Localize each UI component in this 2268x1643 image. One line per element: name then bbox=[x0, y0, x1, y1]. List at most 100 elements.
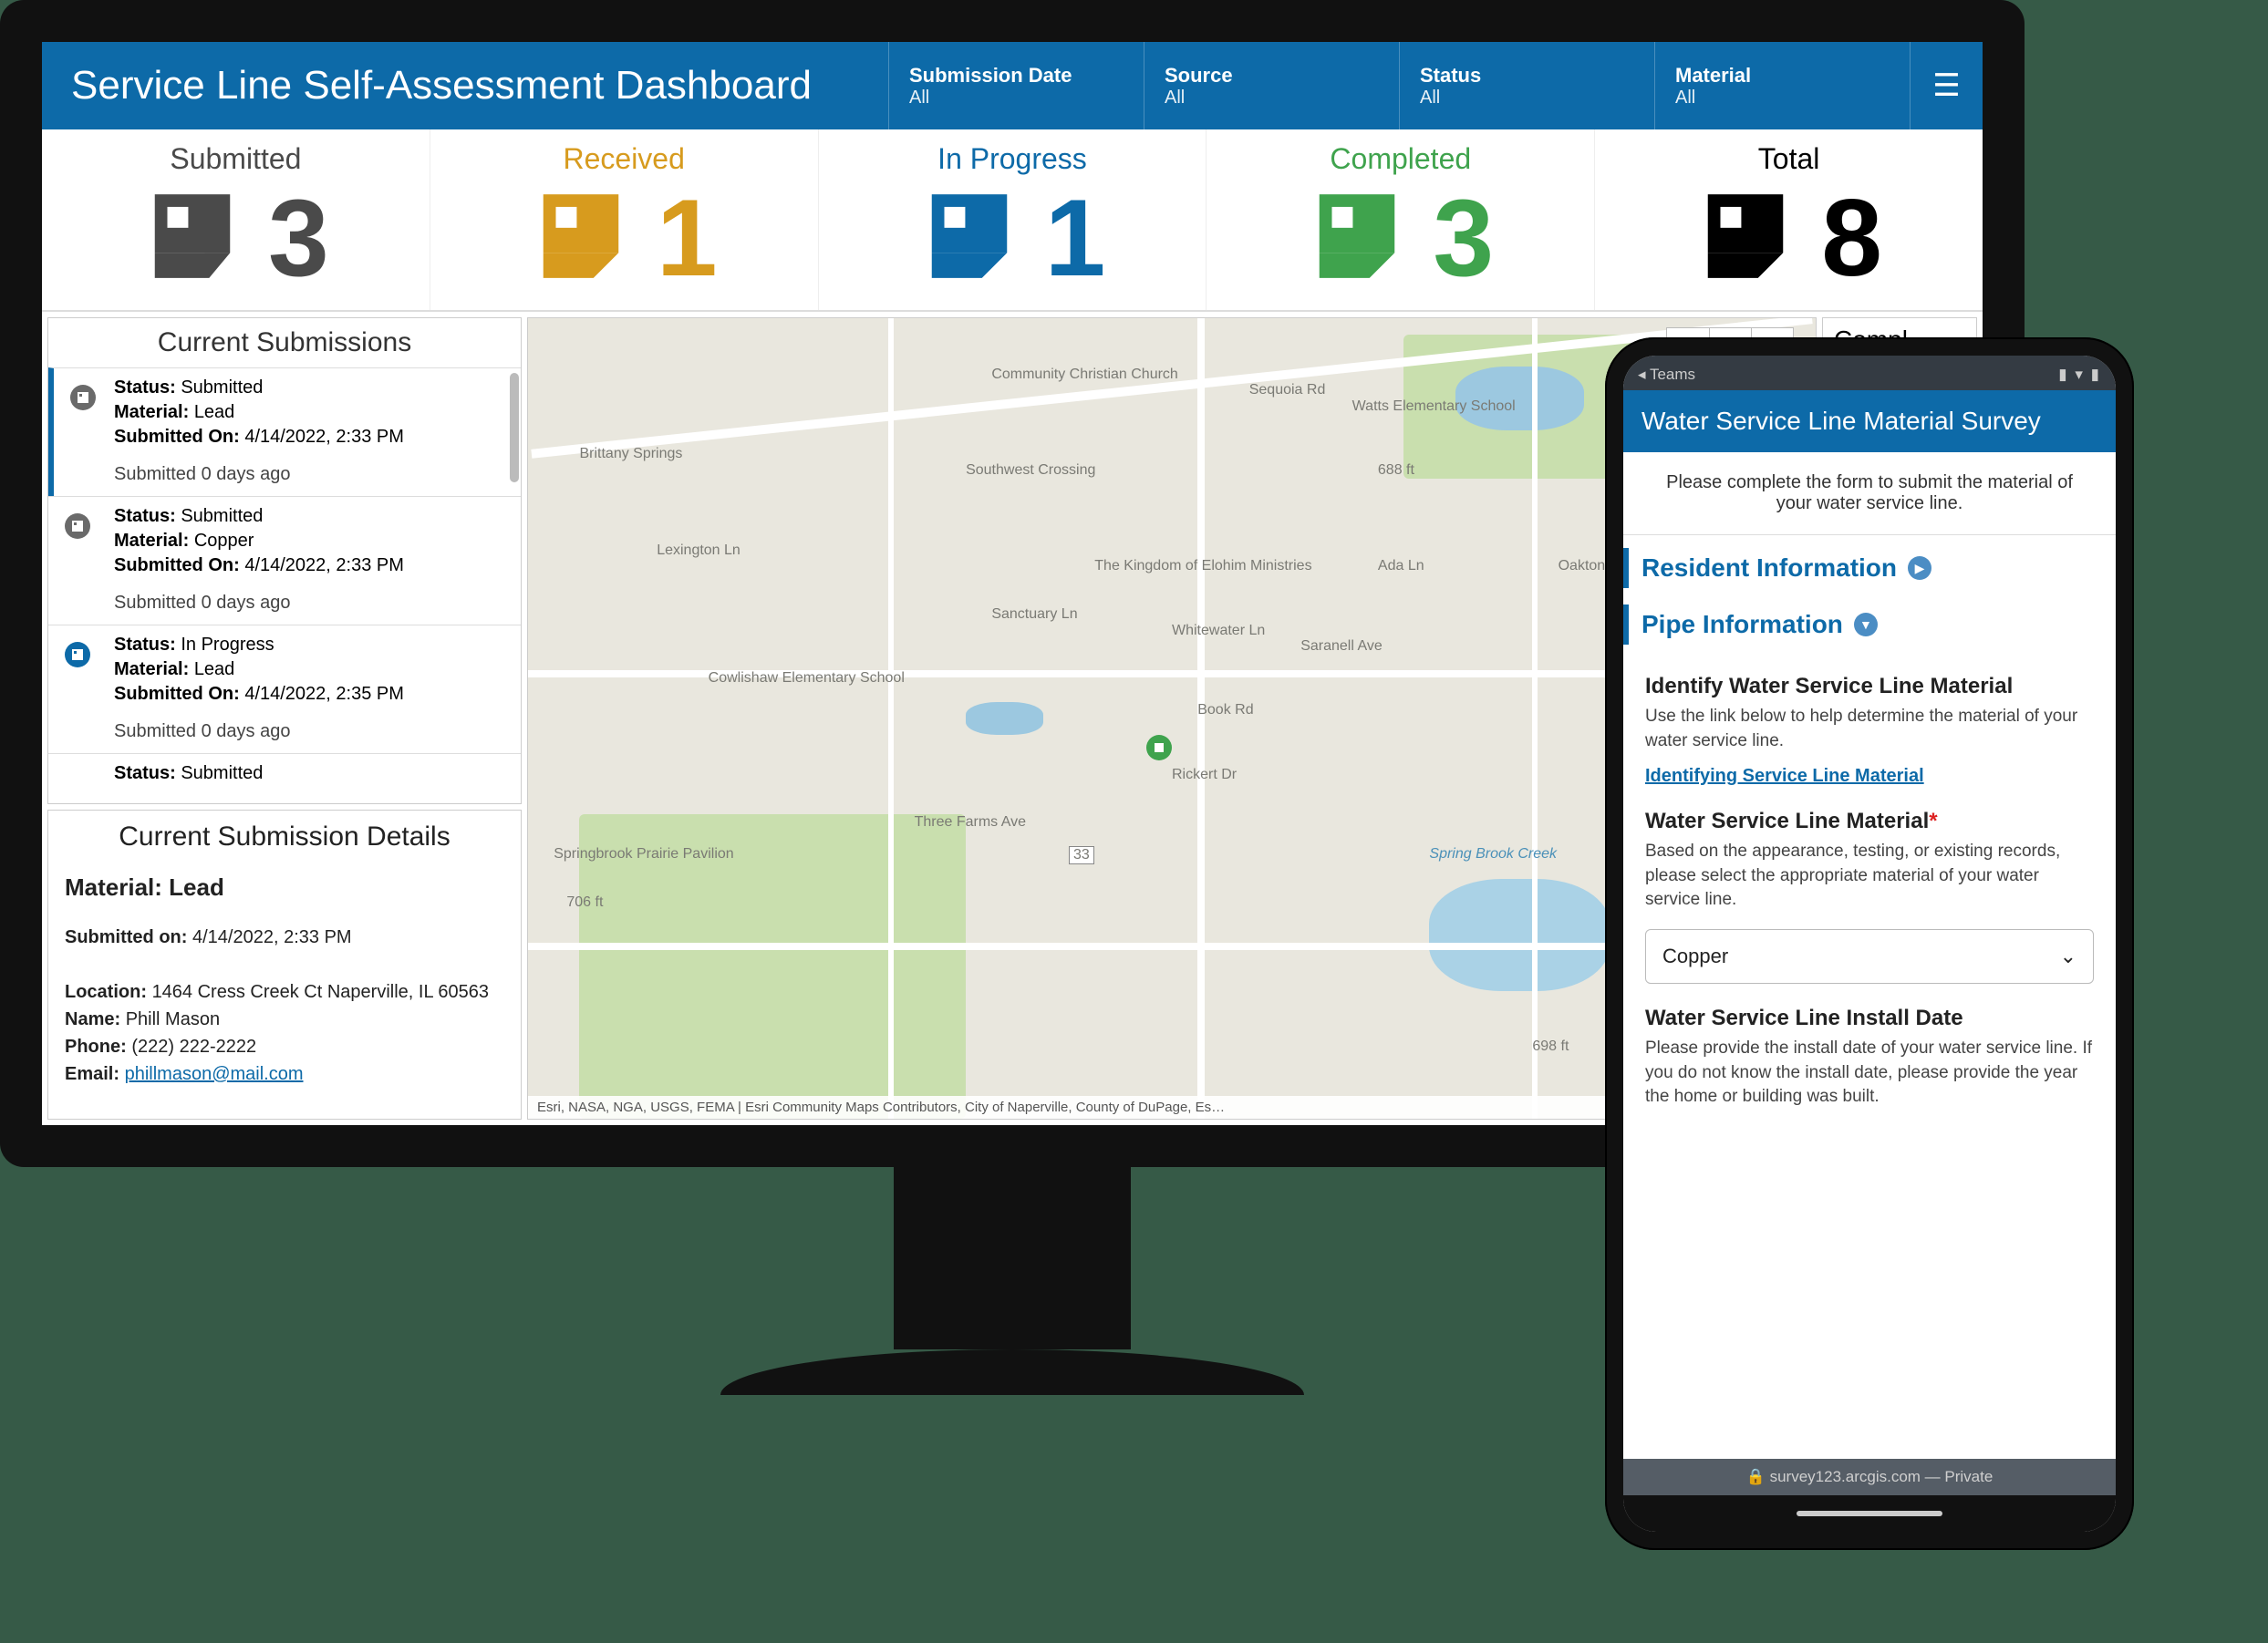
filter-label: Source bbox=[1165, 64, 1379, 88]
identify-material-link[interactable]: Identifying Service Line Material bbox=[1645, 766, 1924, 787]
metric-total[interactable]: Total 8 bbox=[1595, 129, 1983, 310]
submission-status: Submitted bbox=[181, 377, 263, 398]
filter-material[interactable]: Material All bbox=[1654, 42, 1910, 129]
select-chevron-icon: ⌄ bbox=[2060, 945, 2076, 968]
map-place-label: Watts Elementary School bbox=[1352, 398, 1516, 415]
panel-title: Current Submission Details bbox=[65, 816, 504, 857]
map-place-label: Lexington Ln bbox=[657, 542, 740, 559]
filter-value: All bbox=[1675, 88, 1890, 108]
submission-age: Submitted 0 days ago bbox=[114, 591, 510, 615]
map-place-label: Community Christian Church bbox=[991, 367, 1178, 383]
form-icon bbox=[531, 186, 631, 291]
map-place-label: Springbrook Prairie Pavilion bbox=[554, 846, 733, 863]
map-place-label: Sequoia Rd bbox=[1249, 382, 1326, 398]
map-place-label: Rickert Dr bbox=[1172, 767, 1237, 783]
form-icon bbox=[1695, 186, 1796, 291]
submission-status: Submitted bbox=[181, 763, 263, 783]
metric-label: Completed bbox=[1206, 142, 1594, 176]
submission-item[interactable]: Status: In Progress Material: Lead Submi… bbox=[48, 625, 521, 753]
metric-value: 1 bbox=[657, 183, 718, 293]
select-value: Copper bbox=[1662, 945, 1728, 968]
menu-button[interactable]: ☰ bbox=[1910, 42, 1983, 129]
submissions-list[interactable]: Status: Submitted Material: Lead Submitt… bbox=[48, 367, 521, 803]
filter-label: Submission Date bbox=[909, 64, 1124, 88]
filter-value: All bbox=[909, 88, 1124, 108]
survey-title: Water Service Line Material Survey bbox=[1623, 390, 2116, 452]
filter-label: Material bbox=[1675, 64, 1890, 88]
question-heading: Identify Water Service Line Material bbox=[1645, 674, 2094, 699]
filter-status[interactable]: Status All bbox=[1399, 42, 1654, 129]
status-badge-icon bbox=[70, 385, 96, 410]
monitor-base bbox=[720, 1349, 1304, 1395]
metric-submitted[interactable]: Submitted 3 bbox=[42, 129, 430, 310]
lock-icon: 🔒 bbox=[1746, 1468, 1766, 1485]
submission-age: Submitted 0 days ago bbox=[114, 462, 510, 487]
section-pipe-info[interactable]: Pipe Information ▼ bbox=[1623, 604, 2116, 645]
form-icon bbox=[919, 186, 1020, 291]
question-heading: Water Service Line Install Date bbox=[1645, 1006, 2094, 1031]
survey-intro-text: Please complete the form to submit the m… bbox=[1623, 452, 2116, 535]
filter-submission-date[interactable]: Submission Date All bbox=[888, 42, 1144, 129]
submission-status: Submitted bbox=[181, 506, 263, 526]
phone-nav-bar bbox=[1623, 1495, 2116, 1532]
section-heading: Pipe Information bbox=[1641, 610, 1843, 639]
map-place-label: Three Farms Ave bbox=[915, 814, 1026, 831]
metric-completed[interactable]: Completed 3 bbox=[1206, 129, 1595, 310]
map-place-label: Sanctuary Ln bbox=[991, 606, 1077, 623]
dashboard-title: Service Line Self-Assessment Dashboard bbox=[42, 42, 888, 129]
detail-name: Phill Mason bbox=[126, 1009, 220, 1029]
chevron-down-icon: ▼ bbox=[1854, 613, 1878, 636]
submission-date: 4/14/2022, 2:33 PM bbox=[244, 555, 404, 575]
map-marker-icon[interactable] bbox=[1146, 735, 1172, 760]
filter-label: Status bbox=[1420, 64, 1634, 88]
browser-url-bar[interactable]: 🔒 survey123.arcgis.com — Private bbox=[1623, 1459, 2116, 1495]
map-place-label: Ada Ln bbox=[1378, 558, 1424, 574]
status-badge-icon bbox=[65, 642, 90, 667]
metric-label: In Progress bbox=[819, 142, 1206, 176]
status-badge-icon bbox=[65, 513, 90, 539]
phone-device: ◂ Teams ▮ ▾ ▮ Water Service Line Materia… bbox=[1605, 337, 2134, 1550]
submission-item[interactable]: Status: Submitted Material: Lead Submitt… bbox=[48, 367, 521, 496]
map-place-label: Southwest Crossing bbox=[966, 462, 1095, 479]
submission-age: Submitted 0 days ago bbox=[114, 719, 510, 744]
map-elev-label: 706 ft bbox=[566, 894, 603, 911]
map-place-label: Saranell Ave bbox=[1300, 638, 1383, 655]
detail-location: 1464 Cress Creek Ct Naperville, IL 60563 bbox=[152, 982, 489, 1002]
question-help-text: Based on the appearance, testing, or exi… bbox=[1645, 840, 2094, 913]
submission-item[interactable]: Status: Submitted Material: Copper Submi… bbox=[48, 496, 521, 625]
map-place-label: Brittany Springs bbox=[579, 446, 682, 462]
submission-date: 4/14/2022, 2:35 PM bbox=[244, 684, 404, 704]
map-attribution-text: Esri, NASA, NGA, USGS, FEMA | Esri Commu… bbox=[537, 1100, 1225, 1115]
home-indicator[interactable] bbox=[1797, 1511, 1942, 1516]
detail-email-link[interactable]: phillmason@mail.com bbox=[125, 1064, 304, 1084]
status-icons: ▮ ▾ ▮ bbox=[2058, 366, 2101, 384]
filter-source[interactable]: Source All bbox=[1144, 42, 1399, 129]
detail-submitted-on: 4/14/2022, 2:33 PM bbox=[192, 927, 352, 947]
question-help-text: Please provide the install date of your … bbox=[1645, 1037, 2094, 1110]
submission-status: In Progress bbox=[181, 635, 274, 655]
section-resident-info[interactable]: Resident Information ▶ bbox=[1623, 548, 2116, 588]
url-text: survey123.arcgis.com — Private bbox=[1770, 1468, 1994, 1485]
metric-value: 1 bbox=[1045, 183, 1106, 293]
material-select[interactable]: Copper ⌄ bbox=[1645, 929, 2094, 984]
map-place-label: Whitewater Ln bbox=[1172, 623, 1265, 639]
metric-label: Submitted bbox=[42, 142, 430, 176]
detail-material: Lead bbox=[169, 873, 224, 901]
metric-received[interactable]: Received 1 bbox=[430, 129, 819, 310]
filter-value: All bbox=[1165, 88, 1379, 108]
metric-inprogress[interactable]: In Progress 1 bbox=[819, 129, 1207, 310]
map-place-label: Book Rd bbox=[1197, 702, 1253, 718]
dashboard-header: Service Line Self-Assessment Dashboard S… bbox=[42, 42, 1983, 129]
submission-item[interactable]: Status: Submitted bbox=[48, 753, 521, 793]
map-shield-icon: 33 bbox=[1069, 846, 1094, 864]
back-to-app[interactable]: ◂ Teams bbox=[1638, 366, 1695, 384]
scrollbar[interactable] bbox=[510, 373, 519, 482]
submission-material: Lead bbox=[194, 659, 235, 679]
survey-body[interactable]: Identify Water Service Line Material Use… bbox=[1623, 648, 2116, 1459]
submission-date: 4/14/2022, 2:33 PM bbox=[244, 427, 404, 447]
metric-label: Total bbox=[1595, 142, 1983, 176]
form-icon bbox=[142, 186, 243, 291]
filter-value: All bbox=[1420, 88, 1634, 108]
map-place-label: The Kingdom of Elohim Ministries bbox=[1094, 558, 1311, 574]
map-elev-label: 698 ft bbox=[1532, 1038, 1569, 1055]
